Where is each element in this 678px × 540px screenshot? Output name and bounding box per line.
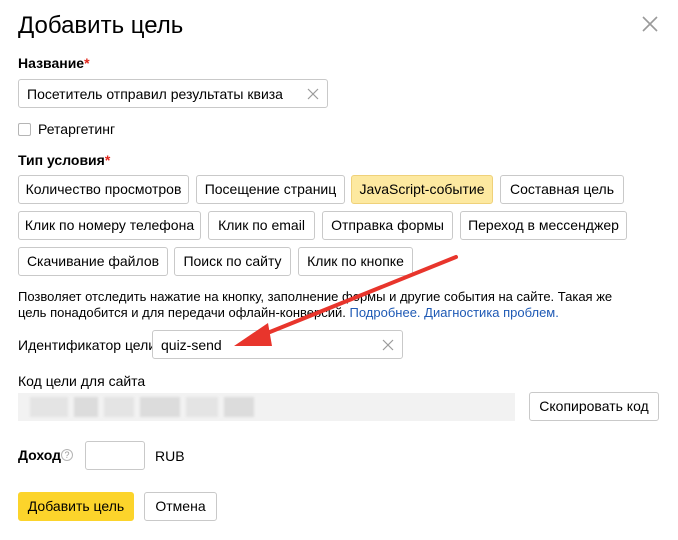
condition-option-views[interactable]: Количество просмотров — [18, 175, 189, 204]
add-goal-button[interactable]: Добавить цель — [18, 492, 134, 521]
goal-name-input[interactable]: Посетитель отправил результаты квиза — [18, 79, 328, 108]
condition-option-page-visit[interactable]: Посещение страниц — [196, 175, 345, 204]
condition-option-phone-click[interactable]: Клик по номеру телефона — [18, 211, 201, 240]
help-icon[interactable]: ? — [61, 449, 73, 461]
copy-code-button[interactable]: Скопировать код — [529, 392, 659, 421]
currency-label: RUB — [155, 448, 185, 464]
code-redaction — [224, 397, 254, 417]
retargeting-checkbox[interactable] — [18, 123, 31, 136]
required-mark: * — [104, 152, 111, 168]
condition-option-file-download[interactable]: Скачивание файлов — [18, 247, 168, 276]
condition-option-site-search[interactable]: Поиск по сайту — [174, 247, 291, 276]
site-code-box — [18, 393, 515, 421]
condition-option-email-click[interactable]: Клик по email — [208, 211, 315, 240]
code-redaction — [140, 397, 180, 417]
code-redaction — [30, 397, 68, 417]
condition-option-composite[interactable]: Составная цель — [500, 175, 624, 204]
condition-option-js-event[interactable]: JavaScript-событие — [351, 175, 493, 204]
js-event-description: Позволяет отследить нажатие на кнопку, з… — [18, 289, 628, 321]
goal-name-value: Посетитель отправил результаты квиза — [27, 86, 283, 102]
income-label: Доход — [18, 447, 62, 463]
close-icon[interactable] — [641, 15, 659, 33]
condition-label-text: Тип условия — [18, 152, 105, 168]
name-label: Название* — [18, 55, 90, 71]
clear-icon[interactable] — [307, 88, 319, 100]
code-redaction — [186, 397, 218, 417]
code-redaction — [74, 397, 98, 417]
cancel-button[interactable]: Отмена — [144, 492, 217, 521]
income-input[interactable] — [85, 441, 145, 470]
condition-option-messenger[interactable]: Переход в мессенджер — [460, 211, 627, 240]
required-mark: * — [84, 55, 90, 71]
more-link[interactable]: Подробнее. — [350, 305, 421, 320]
clear-icon[interactable] — [382, 339, 394, 351]
page-title: Добавить цель — [18, 12, 184, 39]
diagnostics-link[interactable]: Диагностика проблем. — [424, 305, 559, 320]
goal-id-input[interactable]: quiz-send — [152, 330, 403, 359]
condition-option-form-submit[interactable]: Отправка формы — [322, 211, 453, 240]
condition-option-button-click[interactable]: Клик по кнопке — [298, 247, 413, 276]
retargeting-label[interactable]: Ретаргетинг — [38, 121, 115, 137]
condition-label: Тип условия* — [18, 152, 110, 168]
code-redaction — [104, 397, 134, 417]
site-code-label: Код цели для сайта — [18, 373, 146, 389]
goal-id-label: Идентификатор цели: — [18, 337, 161, 353]
goal-id-value: quiz-send — [161, 337, 222, 353]
name-label-text: Название — [18, 55, 85, 71]
